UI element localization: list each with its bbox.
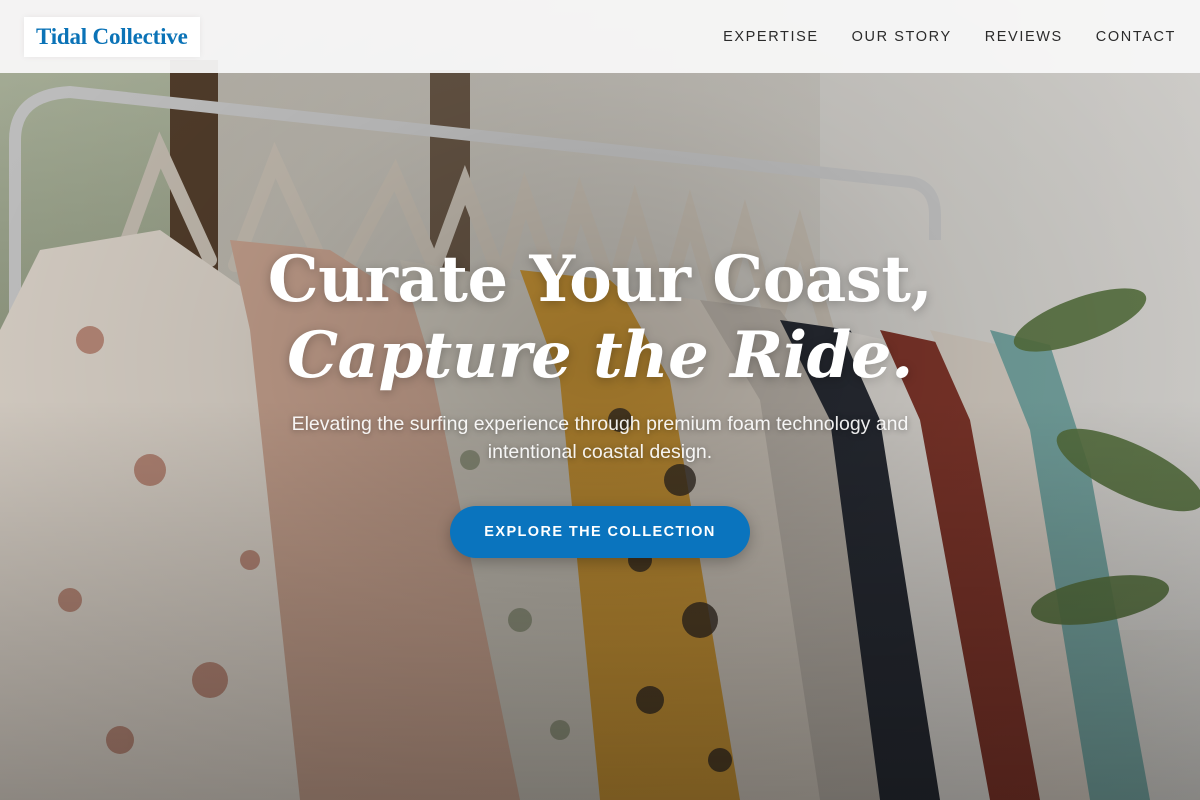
logo[interactable]: Tidal Collective: [24, 16, 200, 57]
nav-link-expertise[interactable]: EXPERTISE: [723, 29, 819, 45]
nav-link-reviews[interactable]: REVIEWS: [985, 29, 1063, 45]
nav-link-our-story[interactable]: OUR STORY: [852, 29, 952, 45]
headline-line-1: Curate Your Coast,: [267, 242, 933, 317]
hero-headline: Curate Your Coast, Capture the Ride.: [0, 240, 1200, 392]
headline-line-2: Capture the Ride.: [287, 318, 913, 393]
nav-link-contact[interactable]: CONTACT: [1096, 29, 1176, 45]
main-nav: EXPERTISE OUR STORY REVIEWS CONTACT: [723, 29, 1176, 45]
hero-subtitle: Elevating the surfing experience through…: [291, 413, 909, 463]
logo-text[interactable]: Tidal Collective: [36, 24, 188, 50]
explore-collection-button[interactable]: EXPLORE THE COLLECTION: [450, 506, 750, 558]
hero-content: Curate Your Coast, Capture the Ride. Ele…: [0, 0, 1200, 800]
site-header: Tidal Collective EXPERTISE OUR STORY REV…: [0, 0, 1200, 73]
